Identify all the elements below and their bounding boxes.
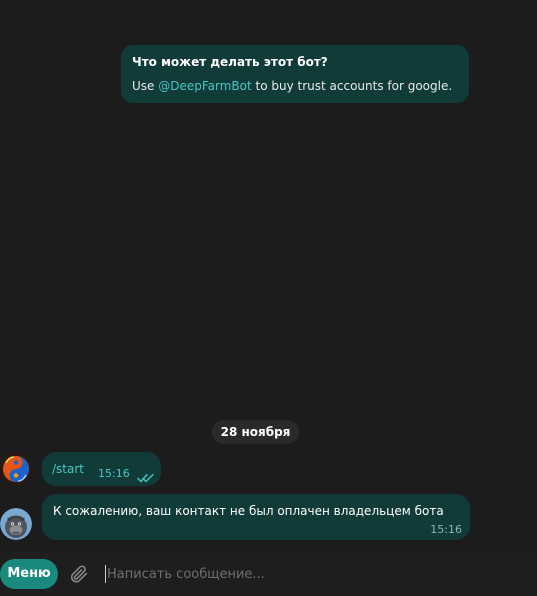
gorilla-avatar-icon[interactable] <box>0 508 32 540</box>
date-separator: 28 ноября <box>212 420 299 444</box>
chat-area[interactable]: Что может делать этот бот? Use @DeepFarm… <box>0 0 537 551</box>
read-checkmarks-icon <box>137 468 155 487</box>
bot-mention-link[interactable]: @DeepFarmBot <box>158 79 251 93</box>
message-text: К сожалению, ваш контакт не был оплачен … <box>53 504 444 518</box>
text-caret <box>105 565 106 583</box>
menu-button[interactable]: Меню <box>0 559 58 589</box>
message-time: 15:16 <box>430 523 462 536</box>
message-time: 15:16 <box>98 467 130 480</box>
bot-info-text: Use @DeepFarmBot to buy trust accounts f… <box>132 79 458 93</box>
composer-bar: Меню <box>0 551 537 596</box>
bot-info-prefix: Use <box>132 79 159 93</box>
bot-info-title: Что может делать этот бот? <box>132 55 328 69</box>
incoming-message[interactable]: К сожалению, ваш контакт не был оплачен … <box>42 494 470 540</box>
bot-info-suffix: to buy trust accounts for google. <box>251 79 453 93</box>
yin-yang-fire-icon[interactable] <box>0 453 32 485</box>
message-text: /start <box>52 462 84 476</box>
message-input[interactable] <box>107 563 527 585</box>
paperclip-icon[interactable] <box>68 563 90 585</box>
outgoing-message[interactable]: /start 15:16 <box>42 452 161 486</box>
bot-info-card: Что может делать этот бот? Use @DeepFarm… <box>121 45 469 103</box>
